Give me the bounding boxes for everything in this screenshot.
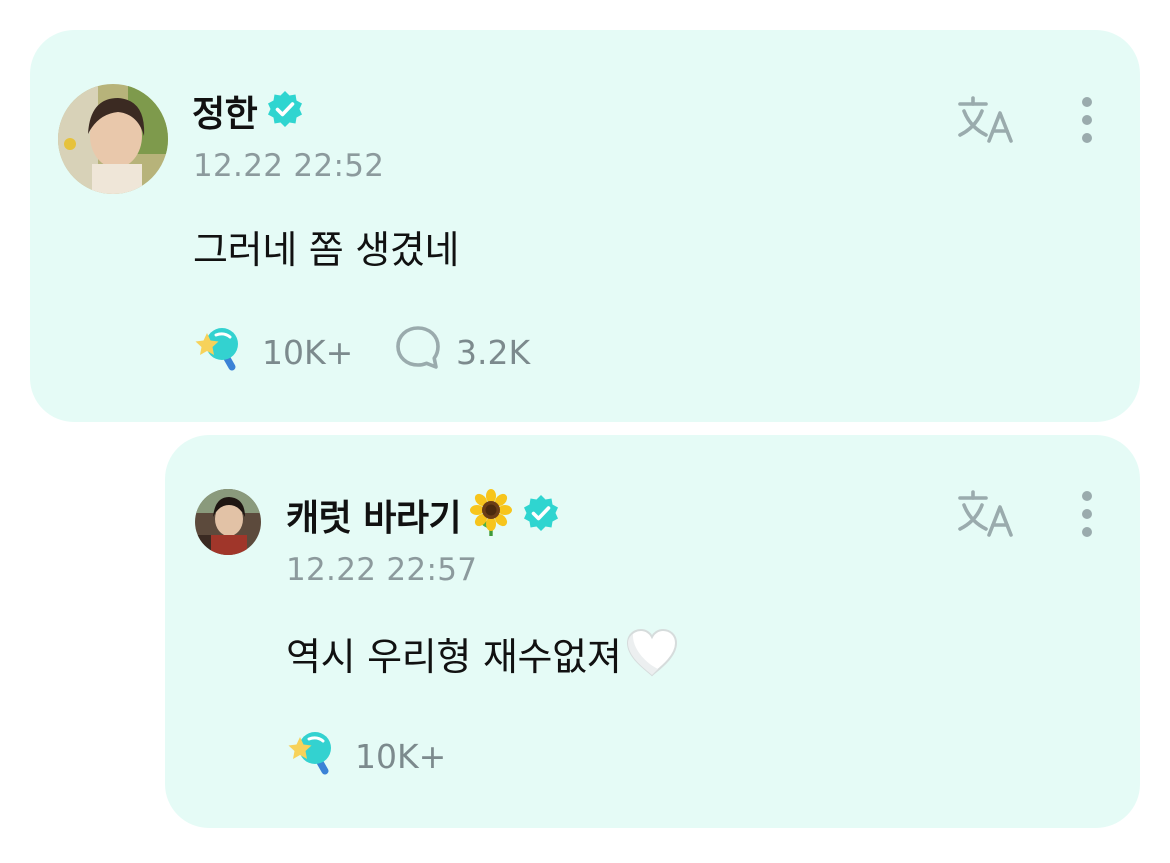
avatar[interactable] [58,84,168,194]
verified-badge-icon [521,493,561,537]
light-stick-icon [194,323,248,381]
comment-count: 3.2K [456,332,531,372]
more-vertical-icon[interactable] [1070,94,1104,146]
author-name[interactable]: 정한 [192,85,258,137]
more-vertical-icon[interactable] [1070,488,1104,540]
translate-icon[interactable] [955,488,1019,540]
avatar[interactable] [195,489,261,555]
author-row: 캐럿 바라기 [286,488,561,542]
reply-card: 캐럿 바라기 12.22 22:57 역시 우리형 재수없져 10K+ [165,435,1140,828]
like-stat[interactable]: 10K+ [194,324,353,380]
reply-text: 역시 우리형 재수없져 [286,634,622,679]
comment-stat[interactable]: 3.2K [394,324,530,380]
post-card: 정한 12.22 22:52 그러네 쫌 생겼네 10K+ 3.2K [30,30,1140,422]
comment-bubble-icon [394,324,442,380]
translate-icon[interactable] [955,94,1019,146]
like-count: 10K+ [262,332,354,372]
author-name[interactable]: 캐럿 바라기 [286,489,462,541]
sunflower-emoji [469,489,513,541]
author-row: 정한 [192,84,305,138]
reply-text-row: 역시 우리형 재수없져 [286,625,680,681]
timestamp: 12.22 22:57 [286,552,478,588]
post-text: 그러네 쫌 생겼네 [193,227,460,272]
like-count: 10K+ [355,736,447,776]
like-stat[interactable]: 10K+ [287,728,446,784]
white-heart-emoji [624,627,680,679]
timestamp: 12.22 22:52 [193,148,385,184]
verified-badge-icon [265,89,305,133]
light-stick-icon [287,727,341,785]
